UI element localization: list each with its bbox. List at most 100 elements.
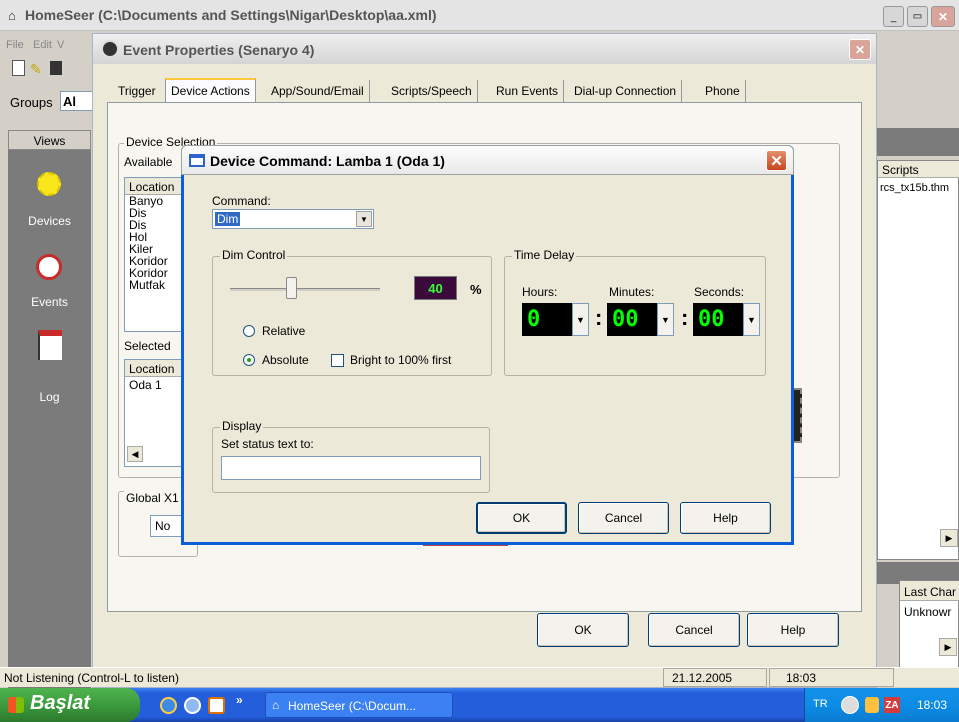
absolute-label[interactable]: Absolute xyxy=(262,353,309,367)
hours-dropdown-icon[interactable]: ▼ xyxy=(572,303,589,336)
taskbar: Başlat » ⌂ HomeSeer (C:\Docum... TR ZA 1… xyxy=(0,688,959,722)
dim-slider-thumb[interactable] xyxy=(286,277,297,299)
last-change-header[interactable]: Last Char xyxy=(900,581,959,601)
event-dialog-close-button[interactable]: ✕ xyxy=(849,39,871,60)
media-icon[interactable] xyxy=(184,697,201,714)
command-cancel-button[interactable]: Cancel xyxy=(578,502,669,534)
clock-icon xyxy=(36,254,62,280)
seconds-select[interactable]: 00 xyxy=(693,303,743,336)
language-bar-icon[interactable]: ZA xyxy=(884,697,900,713)
device-command-close-button[interactable]: ✕ xyxy=(766,150,787,171)
tray-clock: 18:03 xyxy=(917,698,948,712)
hours-minutes-separator: : xyxy=(595,305,603,330)
groups-combo[interactable]: Al xyxy=(60,91,96,111)
minimize-button[interactable]: _ xyxy=(883,6,904,27)
bright-first-checkbox[interactable] xyxy=(331,354,344,367)
menu-edit[interactable]: Edit xyxy=(33,39,52,51)
views-panel: Views Devices Events Log xyxy=(8,130,91,688)
views-header: Views xyxy=(8,130,91,150)
display-label: Display xyxy=(220,419,264,433)
relative-radio[interactable] xyxy=(243,325,255,337)
available-item[interactable]: Mutfak xyxy=(125,279,183,291)
start-button[interactable]: Başlat xyxy=(0,688,140,722)
device-command-title: Device Command: Lamba 1 (Oda 1) xyxy=(210,153,445,169)
event-cancel-button[interactable]: Cancel xyxy=(648,613,740,647)
minutes-select[interactable]: 00 xyxy=(607,303,657,336)
right-header-bar xyxy=(877,128,959,156)
last-change-value: Unknowr xyxy=(904,605,952,619)
homeseer-app-icon: ⌂ xyxy=(8,8,16,23)
nav-events[interactable]: Events xyxy=(8,250,91,315)
event-dialog-icon xyxy=(101,40,119,58)
command-help-button[interactable]: Help xyxy=(680,502,771,534)
new-file-icon[interactable] xyxy=(12,60,25,76)
tab-run-events[interactable]: Run Events xyxy=(491,80,565,102)
nav-devices-label: Devices xyxy=(28,214,71,228)
scripts-header[interactable]: Scripts xyxy=(878,161,959,178)
status-text-label: Set status text to: xyxy=(221,437,314,451)
selected-location-header[interactable]: Location xyxy=(125,360,183,377)
seconds-dropdown-icon[interactable]: ▼ xyxy=(743,303,760,336)
minutes-label: Minutes: xyxy=(609,285,655,299)
tab-device-actions[interactable]: Device Actions xyxy=(165,78,256,103)
chevron-down-icon[interactable]: ▼ xyxy=(356,211,372,227)
tab-trigger[interactable]: Trigger xyxy=(113,80,161,102)
save-icon[interactable] xyxy=(50,61,62,75)
ie-icon[interactable] xyxy=(160,697,177,714)
quicklaunch-chevron[interactable]: » xyxy=(236,693,243,707)
global-x10-label: Global X1 xyxy=(124,491,181,505)
status-bar: Not Listening (Control-L to listen) 21.1… xyxy=(0,667,959,687)
selected-devices-list[interactable]: Location Oda 1 ◀ xyxy=(124,359,184,467)
minutes-dropdown-icon[interactable]: ▼ xyxy=(657,303,674,336)
system-tray: TR ZA 18:03 xyxy=(804,688,959,722)
menu-file[interactable]: File xyxy=(6,39,24,51)
devices-list[interactable]: Last Char Unknowr xyxy=(899,580,959,670)
selected-item[interactable]: Oda 1 xyxy=(125,377,183,391)
scroll-right-button[interactable]: ▶ xyxy=(940,529,958,547)
hours-select[interactable]: 0 xyxy=(522,303,572,336)
scripts-item[interactable]: rcs_tx15b.thm xyxy=(880,182,949,194)
clock-app-icon[interactable] xyxy=(208,697,225,714)
log-book-icon xyxy=(38,330,62,360)
command-ok-button[interactable]: OK xyxy=(476,502,567,534)
menu-bar: File Edit V xyxy=(0,32,100,54)
tab-scripts-speech[interactable]: Scripts/Speech xyxy=(386,80,478,102)
device-command-dialog: Device Command: Lamba 1 (Oda 1) ✕ Comman… xyxy=(181,145,794,545)
nav-devices[interactable]: Devices xyxy=(8,170,91,235)
nav-events-label: Events xyxy=(31,295,68,309)
main-close-button[interactable]: ✕ xyxy=(931,6,955,27)
language-indicator[interactable]: TR xyxy=(813,698,828,710)
scroll-left-button[interactable]: ◀ xyxy=(127,446,143,462)
dim-slider-track xyxy=(230,288,380,291)
maximize-button[interactable]: ▭ xyxy=(907,6,928,27)
tab-app-sound-email[interactable]: App/Sound/Email xyxy=(266,80,370,102)
tab-phone[interactable]: Phone xyxy=(700,80,746,102)
tab-dialup-connection[interactable]: Dial-up Connection xyxy=(569,80,683,102)
available-location-header[interactable]: Location xyxy=(125,178,183,195)
back-arrow-icon[interactable] xyxy=(841,696,859,714)
taskbar-homeseer-button[interactable]: ⌂ HomeSeer (C:\Docum... xyxy=(265,692,453,718)
relative-label[interactable]: Relative xyxy=(262,324,305,338)
nav-log[interactable]: Log xyxy=(8,330,91,404)
taskbar-task-label: HomeSeer (C:\Docum... xyxy=(288,699,417,713)
open-folder-icon[interactable]: ✎ xyxy=(30,61,42,78)
dim-slider[interactable] xyxy=(230,275,380,301)
scroll-right-button-2[interactable]: ▶ xyxy=(939,638,957,656)
seconds-label: Seconds: xyxy=(694,285,745,299)
dim-value-display: 40 xyxy=(414,276,457,300)
event-dialog-titlebar: Event Properties (Senaryo 4) ✕ xyxy=(93,34,876,64)
command-select[interactable]: Dim ▼ xyxy=(212,209,374,229)
hours-label: Hours: xyxy=(522,285,558,299)
menu-view[interactable]: V xyxy=(57,39,64,51)
scripts-list[interactable]: Scripts rcs_tx15b.thm ▶ xyxy=(877,160,959,560)
absolute-radio[interactable] xyxy=(243,354,255,366)
groups-bar: Groups Al xyxy=(8,90,96,114)
network-icon[interactable] xyxy=(865,697,879,713)
available-devices-list[interactable]: Location Banyo Dis Dis Hol Kiler Koridor… xyxy=(124,177,184,332)
status-text-input[interactable] xyxy=(221,456,481,480)
command-label: Command: xyxy=(212,194,271,208)
event-help-button[interactable]: Help xyxy=(747,613,839,647)
dim-control-label: Dim Control xyxy=(220,248,288,262)
bright-first-label[interactable]: Bright to 100% first xyxy=(350,353,451,367)
event-ok-button[interactable]: OK xyxy=(537,613,629,647)
